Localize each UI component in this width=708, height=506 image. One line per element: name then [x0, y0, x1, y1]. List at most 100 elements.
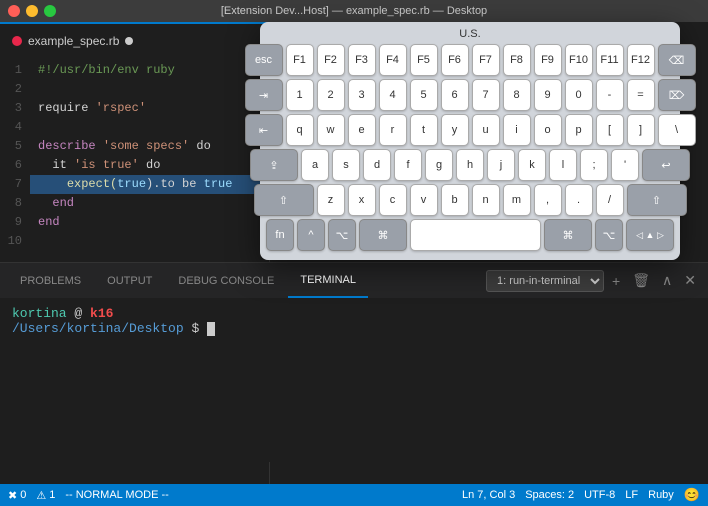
- key-f3[interactable]: F3: [348, 44, 376, 76]
- close-panel-icon[interactable]: ✕: [680, 270, 700, 291]
- key-fn[interactable]: fn: [266, 219, 294, 251]
- key-9[interactable]: 9: [534, 79, 562, 111]
- key-f11[interactable]: F11: [596, 44, 624, 76]
- key-x[interactable]: x: [348, 184, 376, 216]
- add-terminal-icon[interactable]: +: [608, 271, 624, 291]
- key-j[interactable]: j: [487, 149, 515, 181]
- key-p[interactable]: p: [565, 114, 593, 146]
- key-g[interactable]: g: [425, 149, 453, 181]
- key-semicolon[interactable]: ;: [580, 149, 608, 181]
- key-f9[interactable]: F9: [534, 44, 562, 76]
- key-equals[interactable]: =: [627, 79, 655, 111]
- key-f[interactable]: f: [394, 149, 422, 181]
- language-mode[interactable]: Ruby: [648, 489, 674, 501]
- key-period[interactable]: .: [565, 184, 593, 216]
- smiley-icon[interactable]: 😊: [684, 487, 700, 503]
- key-f1[interactable]: F1: [286, 44, 314, 76]
- tab-output[interactable]: OUTPUT: [95, 263, 164, 298]
- key-o[interactable]: o: [534, 114, 562, 146]
- key-ralt[interactable]: ⌥: [595, 219, 623, 251]
- key-backslash[interactable]: \: [658, 114, 696, 146]
- key-rcmd[interactable]: ⌘: [544, 219, 592, 251]
- status-warnings[interactable]: ⚠ 1: [36, 489, 55, 502]
- traffic-lights: [8, 5, 56, 17]
- key-t[interactable]: t: [410, 114, 438, 146]
- key-comma[interactable]: ,: [534, 184, 562, 216]
- key-y[interactable]: y: [441, 114, 469, 146]
- key-backspace[interactable]: ⌫: [658, 44, 696, 76]
- key-d[interactable]: d: [363, 149, 391, 181]
- key-delete[interactable]: ⌦: [658, 79, 696, 111]
- key-r[interactable]: r: [379, 114, 407, 146]
- key-quote[interactable]: ': [611, 149, 639, 181]
- key-f4[interactable]: F4: [379, 44, 407, 76]
- key-rbracket[interactable]: ]: [627, 114, 655, 146]
- key-f6[interactable]: F6: [441, 44, 469, 76]
- key-arrows[interactable]: ◁ ▲ ▷: [626, 219, 674, 251]
- key-space[interactable]: [410, 219, 541, 251]
- tab-debug-console[interactable]: DEBUG CONSOLE: [166, 263, 286, 298]
- key-esc[interactable]: esc: [245, 44, 283, 76]
- key-lcmd[interactable]: ⌘: [359, 219, 407, 251]
- key-5[interactable]: 5: [410, 79, 438, 111]
- key-ctrl[interactable]: ^: [297, 219, 325, 251]
- key-f12[interactable]: F12: [627, 44, 655, 76]
- key-u[interactable]: u: [472, 114, 500, 146]
- tab-terminal[interactable]: TERMINAL: [288, 263, 368, 298]
- minimize-button[interactable]: [26, 5, 38, 17]
- key-return[interactable]: ↩: [642, 149, 690, 181]
- tab-problems[interactable]: PROBLEMS: [8, 263, 93, 298]
- terminal-select[interactable]: 1: run-in-terminal: [486, 270, 604, 292]
- key-3[interactable]: 3: [348, 79, 376, 111]
- key-0[interactable]: 0: [565, 79, 593, 111]
- key-slash[interactable]: /: [596, 184, 624, 216]
- key-1[interactable]: 1: [286, 79, 314, 111]
- key-v[interactable]: v: [410, 184, 438, 216]
- cursor-position[interactable]: Ln 7, Col 3: [462, 489, 515, 501]
- key-lbracket[interactable]: [: [596, 114, 624, 146]
- key-lshift[interactable]: ⇧: [254, 184, 314, 216]
- key-z[interactable]: z: [317, 184, 345, 216]
- key-f8[interactable]: F8: [503, 44, 531, 76]
- key-i[interactable]: i: [503, 114, 531, 146]
- key-tab[interactable]: ⇥: [245, 79, 283, 111]
- key-h[interactable]: h: [456, 149, 484, 181]
- key-w[interactable]: w: [317, 114, 345, 146]
- chevron-up-icon[interactable]: ∧: [658, 270, 676, 291]
- status-errors[interactable]: ✖ 0: [8, 489, 26, 502]
- file-encoding[interactable]: UTF-8: [584, 489, 615, 501]
- key-a[interactable]: a: [301, 149, 329, 181]
- key-backtab[interactable]: ⇤: [245, 114, 283, 146]
- key-l[interactable]: l: [549, 149, 577, 181]
- key-s[interactable]: s: [332, 149, 360, 181]
- line-ending[interactable]: LF: [625, 489, 638, 501]
- code-line-8: end: [38, 194, 261, 213]
- editor-tab[interactable]: example_spec.rb: [0, 22, 269, 57]
- maximize-button[interactable]: [44, 5, 56, 17]
- close-button[interactable]: [8, 5, 20, 17]
- key-f10[interactable]: F10: [565, 44, 593, 76]
- key-minus[interactable]: -: [596, 79, 624, 111]
- key-n[interactable]: n: [472, 184, 500, 216]
- key-b[interactable]: b: [441, 184, 469, 216]
- delete-terminal-icon[interactable]: 🗑: [628, 270, 654, 291]
- key-capslock[interactable]: ⇪: [250, 149, 298, 181]
- key-lalt[interactable]: ⌥: [328, 219, 356, 251]
- terminal-prompt-line: kortina @ k16: [12, 306, 696, 321]
- key-f5[interactable]: F5: [410, 44, 438, 76]
- key-m[interactable]: m: [503, 184, 531, 216]
- key-k[interactable]: k: [518, 149, 546, 181]
- key-6[interactable]: 6: [441, 79, 469, 111]
- key-f2[interactable]: F2: [317, 44, 345, 76]
- key-rshift[interactable]: ⇧: [627, 184, 687, 216]
- key-q[interactable]: q: [286, 114, 314, 146]
- key-8[interactable]: 8: [503, 79, 531, 111]
- key-4[interactable]: 4: [379, 79, 407, 111]
- key-7[interactable]: 7: [472, 79, 500, 111]
- key-2[interactable]: 2: [317, 79, 345, 111]
- indentation[interactable]: Spaces: 2: [525, 489, 574, 501]
- key-e[interactable]: e: [348, 114, 376, 146]
- terminal-content[interactable]: kortina @ k16 /Users/kortina/Desktop $: [0, 298, 708, 344]
- key-c[interactable]: c: [379, 184, 407, 216]
- key-f7[interactable]: F7: [472, 44, 500, 76]
